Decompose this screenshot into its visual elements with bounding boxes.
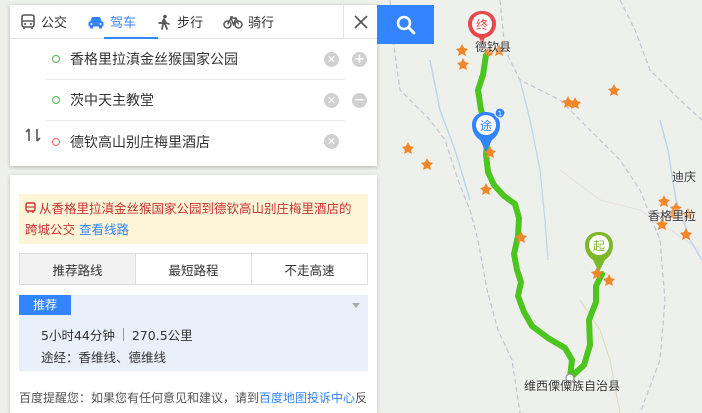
search-icon (396, 15, 415, 34)
map-label-xianggelila: 香格里拉 (648, 209, 697, 223)
via-dot-icon (52, 96, 60, 104)
close-icon (353, 15, 368, 29)
map-label-diqing: 迪庆 (672, 170, 697, 184)
start-stop-row[interactable]: 香格里拉滇金丝猴国家公园 ✕ + (46, 39, 367, 80)
tab-recommended[interactable]: 推荐路线 (20, 254, 136, 284)
via-marker-label: 途 (480, 118, 492, 133)
recommended-badge: 推荐 (19, 295, 72, 315)
via-stop-row[interactable]: 茨中天主教堂 ✕ − (46, 80, 367, 121)
complaint-center-link[interactable]: 百度地图投诉中心 (259, 391, 355, 405)
end-marker-label: 终 (476, 17, 488, 32)
travel-mode-bar: 公交 驾车 步行 骑行 (10, 5, 377, 39)
recommended-route-card[interactable]: 推荐 5小时44分钟 270.5公里 途经：香维线、德维线 (19, 295, 368, 371)
route-search-panel: 公交 驾车 步行 骑行 香格里拉滇金丝猴国家公园 ✕ + 茨中天主教堂 ✕ − … (10, 5, 377, 166)
route-preference-tabs: 推荐路线 最短路程 不走高速 (19, 253, 368, 285)
mode-bike-label: 骑行 (248, 16, 275, 31)
clear-icon[interactable]: ✕ (324, 51, 339, 67)
feedback-tip: 百度提醒您：如果您有任何意见和建议，请到百度地图投诉中心反 (19, 389, 367, 406)
tip-prefix: 百度提醒您：如果您有任何意见和建议，请到 (19, 391, 260, 405)
route-stops: 香格里拉滇金丝猴国家公园 ✕ + 茨中天主教堂 ✕ − 德钦高山别庄梅里酒店 ✕ (10, 39, 377, 166)
divider (122, 328, 124, 341)
start-marker-label: 起 (593, 239, 605, 253)
bus-notice-icon (25, 202, 36, 213)
view-route-link[interactable]: 查看线路 (79, 222, 129, 237)
via-marker-index: 1 (498, 110, 502, 118)
car-icon (88, 16, 104, 28)
clear-icon[interactable]: ✕ (324, 92, 339, 108)
map-label-weixi: 维西傈僳族自治县 (524, 379, 621, 393)
start-dot-icon (52, 55, 60, 63)
mode-bus-label: 公交 (41, 16, 68, 31)
remove-via-icon[interactable]: − (352, 92, 367, 108)
mode-car[interactable]: 驾车 (77, 5, 146, 39)
mode-bike[interactable]: 骑行 (213, 5, 284, 39)
swap-icon[interactable] (24, 127, 41, 143)
chevron-down-icon[interactable] (352, 303, 360, 308)
map-label-deqin: 德钦县 (475, 40, 512, 54)
bus-icon (21, 13, 35, 29)
end-stop-input[interactable]: 德钦高山别庄梅里酒店 (70, 132, 324, 152)
mode-car-label: 驾车 (110, 16, 137, 31)
route-duration: 5小时44分钟 (41, 328, 115, 343)
mode-walk[interactable]: 步行 (146, 5, 213, 39)
clear-icon[interactable]: ✕ (324, 134, 339, 149)
add-via-icon[interactable]: + (352, 51, 367, 67)
walk-icon (158, 14, 170, 30)
notice-text: 从香格里拉滇金丝猴国家公园到德钦高山别庄梅里酒店的跨城公交 (25, 201, 352, 237)
tip-suffix: 反 (355, 391, 368, 405)
end-dot-icon (52, 137, 60, 146)
via-stop-input[interactable]: 茨中天主教堂 (70, 90, 324, 110)
route-distance: 270.5公里 (131, 328, 193, 343)
start-stop-input[interactable]: 香格里拉滇金丝猴国家公园 (70, 49, 324, 69)
tab-no-highway[interactable]: 不走高速 (252, 254, 367, 284)
route-via-roads: 途经：香维线、德维线 (41, 350, 167, 365)
intercity-bus-notice: 从香格里拉滇金丝猴国家公园到德钦高山别庄梅里酒店的跨城公交 查看线路 (19, 194, 368, 244)
search-button[interactable] (377, 5, 434, 44)
end-stop-row[interactable]: 德钦高山别庄梅里酒店 ✕ (46, 121, 345, 162)
mode-bus[interactable]: 公交 (10, 5, 77, 39)
mode-walk-label: 步行 (177, 16, 204, 31)
bike-icon (223, 15, 243, 29)
close-button[interactable] (343, 5, 377, 39)
route-result-panel: 从香格里拉滇金丝猴国家公园到德钦高山别庄梅里酒店的跨城公交 查看线路 推荐路线 … (10, 175, 377, 413)
route-summary: 5小时44分钟 270.5公里 (41, 325, 193, 344)
tab-shortest[interactable]: 最短路程 (136, 254, 252, 284)
